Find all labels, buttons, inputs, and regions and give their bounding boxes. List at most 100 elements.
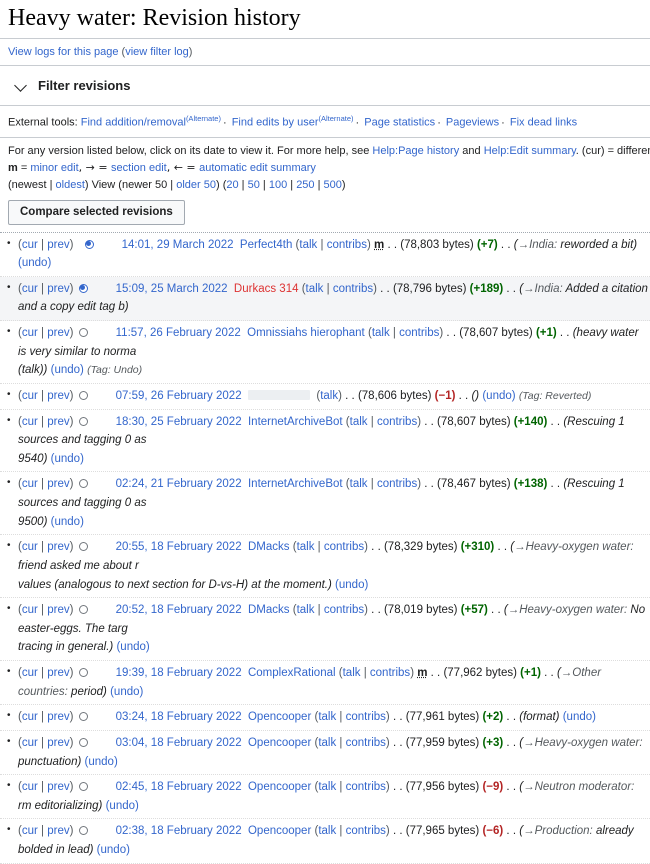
revision-timestamp-link[interactable]: 11:57, 26 February 2022 — [116, 327, 241, 339]
ext-tool-find-addition-removal[interactable]: Find addition/removal — [81, 117, 186, 129]
user-contribs-link[interactable]: contribs — [346, 825, 386, 837]
user-link[interactable]: Opencooper — [248, 737, 311, 749]
user-link[interactable]: Omnissiahs hierophant — [247, 327, 365, 339]
user-talk-link[interactable]: talk — [299, 239, 317, 251]
revision-radio[interactable] — [78, 737, 88, 747]
user-link[interactable]: DMacks — [248, 604, 290, 616]
prev-link[interactable]: prev — [47, 283, 69, 295]
revision-radio[interactable] — [78, 782, 88, 792]
prev-link[interactable]: prev — [47, 478, 69, 490]
revision-timestamp-link[interactable]: 19:39, 18 February 2022 — [116, 667, 242, 679]
user-talk-link[interactable]: talk — [350, 416, 368, 428]
revision-timestamp-link[interactable]: 20:52, 18 February 2022 — [116, 604, 242, 616]
user-contribs-link[interactable]: contribs — [370, 667, 410, 679]
user-talk-link[interactable]: talk — [318, 781, 336, 793]
undo-link[interactable]: undo — [54, 516, 80, 528]
nav-limit-100[interactable]: 100 — [269, 179, 287, 191]
user-talk-link[interactable]: talk — [318, 737, 336, 749]
revision-timestamp-link[interactable]: 20:55, 18 February 2022 — [116, 541, 242, 553]
user-contribs-link[interactable]: contribs — [333, 283, 373, 295]
nav-limit-500[interactable]: 500 — [324, 179, 342, 191]
user-link[interactable]: ComplexRational — [248, 667, 336, 679]
revision-timestamp-link[interactable]: 14:01, 29 March 2022 — [122, 239, 234, 251]
revision-radio[interactable] — [78, 283, 88, 293]
revision-radio[interactable] — [78, 390, 88, 400]
user-contribs-link[interactable]: contribs — [346, 711, 386, 723]
user-link[interactable]: InternetArchiveBot — [248, 416, 343, 428]
cur-link[interactable]: cur — [22, 604, 38, 616]
revision-timestamp-link[interactable]: 03:04, 18 February 2022 — [116, 737, 242, 749]
user-contribs-link[interactable]: contribs — [399, 327, 439, 339]
prev-link[interactable]: prev — [47, 327, 69, 339]
cur-link[interactable]: cur — [22, 478, 38, 490]
revision-radio[interactable] — [78, 668, 88, 678]
undo-link[interactable]: undo — [109, 800, 135, 812]
prev-link[interactable]: prev — [47, 825, 69, 837]
nav-limit-20[interactable]: 20 — [226, 179, 238, 191]
user-link[interactable]: DMacks — [248, 541, 290, 553]
help-minor-edit-link[interactable]: minor edit — [30, 162, 78, 174]
undo-link[interactable]: undo — [22, 257, 48, 269]
revision-radio[interactable] — [78, 542, 88, 552]
user-talk-link[interactable]: talk — [350, 478, 368, 490]
revision-timestamp-link[interactable]: 02:45, 18 February 2022 — [116, 781, 242, 793]
undo-link[interactable]: undo — [567, 711, 593, 723]
help-auto-summary-link[interactable]: automatic edit summary — [199, 162, 316, 174]
cur-link[interactable]: cur — [22, 541, 38, 553]
undo-link[interactable]: undo — [101, 844, 127, 856]
cur-link[interactable]: cur — [22, 737, 38, 749]
revision-timestamp-link[interactable]: 02:38, 18 February 2022 — [116, 825, 242, 837]
user-link[interactable]: Opencooper — [248, 781, 311, 793]
user-contribs-link[interactable]: contribs — [327, 239, 367, 251]
nav-limit-50[interactable]: 50 — [248, 179, 260, 191]
cur-link[interactable]: cur — [22, 781, 38, 793]
user-link[interactable]: InternetArchiveBot — [248, 478, 343, 490]
undo-link[interactable]: undo — [486, 390, 512, 402]
compare-selected-revisions-button[interactable]: Compare selected revisions — [8, 199, 185, 225]
revision-timestamp-link[interactable]: 02:24, 21 February 2022 — [116, 478, 242, 490]
revision-timestamp-link[interactable]: 03:24, 18 February 2022 — [116, 711, 242, 723]
prev-link[interactable]: prev — [47, 416, 69, 428]
undo-link[interactable]: undo — [339, 579, 365, 591]
user-talk-link[interactable]: talk — [318, 711, 336, 723]
user-talk-link[interactable]: talk — [318, 825, 336, 837]
cur-link[interactable]: cur — [22, 327, 38, 339]
cur-link[interactable]: cur — [22, 390, 38, 402]
help-section-edit-link[interactable]: section edit — [111, 162, 167, 174]
user-talk-link[interactable]: talk — [320, 390, 338, 402]
revision-radio[interactable] — [84, 239, 94, 249]
nav-oldest-link[interactable]: oldest — [56, 179, 85, 191]
user-talk-link[interactable]: talk — [297, 604, 315, 616]
user-contribs-link[interactable]: contribs — [324, 604, 364, 616]
cur-link[interactable]: cur — [22, 416, 38, 428]
user-contribs-link[interactable]: contribs — [324, 541, 364, 553]
user-contribs-link[interactable]: contribs — [346, 781, 386, 793]
prev-link[interactable]: prev — [47, 781, 69, 793]
user-talk-link[interactable]: talk — [297, 541, 315, 553]
ext-tool-find-edits-by-user[interactable]: Find edits by user — [232, 117, 319, 129]
undo-link[interactable]: undo — [88, 756, 114, 768]
revision-timestamp-link[interactable]: 18:30, 25 February 2022 — [116, 416, 242, 428]
prev-link[interactable]: prev — [47, 541, 69, 553]
user-contribs-link[interactable]: contribs — [377, 416, 417, 428]
user-link[interactable]: Perfect4th — [240, 239, 292, 251]
prev-link[interactable]: prev — [47, 604, 69, 616]
user-link[interactable]: Opencooper — [248, 825, 311, 837]
user-link[interactable]: Opencooper — [248, 711, 311, 723]
ext-tool-fix-dead-links[interactable]: Fix dead links — [510, 117, 577, 129]
undo-link[interactable]: undo — [54, 453, 80, 465]
user-talk-link[interactable]: talk — [306, 283, 324, 295]
ext-tool-alt-1[interactable]: (Alternate) — [186, 114, 221, 123]
revision-radio[interactable] — [78, 328, 88, 338]
user-talk-link[interactable]: talk — [343, 667, 361, 679]
revision-radio[interactable] — [78, 712, 88, 722]
prev-link[interactable]: prev — [47, 711, 69, 723]
revision-radio[interactable] — [78, 416, 88, 426]
nav-limit-250[interactable]: 250 — [296, 179, 314, 191]
revision-timestamp-link[interactable]: 15:09, 25 March 2022 — [116, 283, 228, 295]
ext-tool-page-statistics[interactable]: Page statistics — [364, 117, 435, 129]
undo-link[interactable]: undo — [120, 641, 146, 653]
nav-older-50-link[interactable]: older 50 — [176, 179, 216, 191]
user-contribs-link[interactable]: contribs — [377, 478, 417, 490]
revision-timestamp-link[interactable]: 07:59, 26 February 2022 — [116, 390, 242, 402]
